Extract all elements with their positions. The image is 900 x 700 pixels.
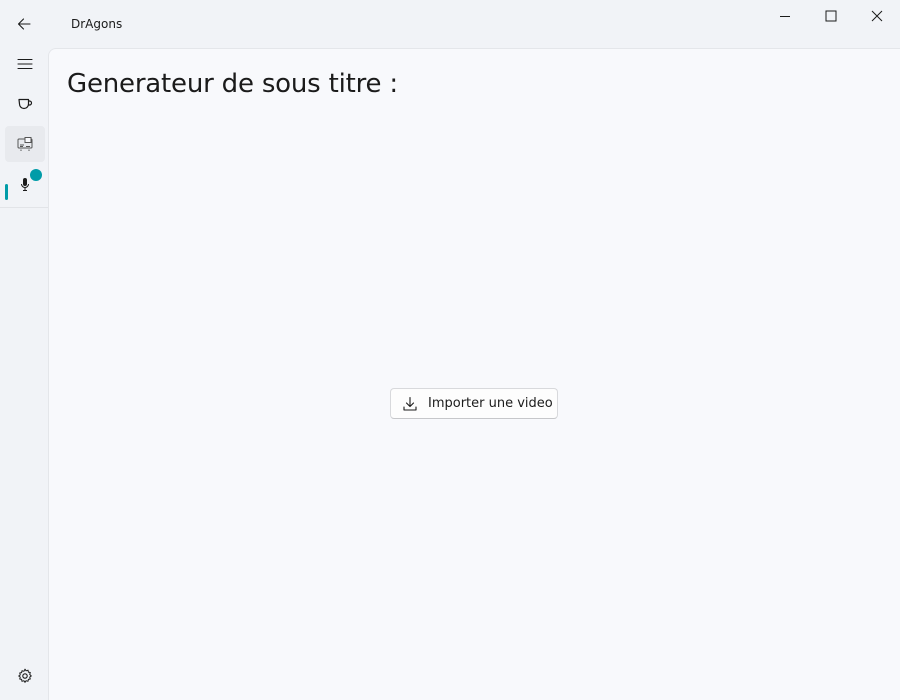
nav-divider	[0, 207, 48, 208]
maximize-icon	[825, 10, 837, 22]
settings-button[interactable]	[5, 658, 45, 694]
back-button[interactable]	[8, 8, 40, 40]
page-title: Generateur de sous titre :	[67, 69, 398, 99]
import-video-button[interactable]: Importer une video	[390, 388, 558, 419]
download-icon	[402, 396, 418, 412]
nav-item-cup[interactable]	[5, 86, 45, 122]
close-icon	[871, 10, 883, 22]
notification-badge	[30, 169, 42, 181]
maximize-button[interactable]	[808, 0, 854, 32]
app-title: DrAgons	[71, 17, 123, 31]
minimize-button[interactable]	[762, 0, 808, 32]
video-subtitle-icon	[17, 136, 33, 152]
close-button[interactable]	[854, 0, 900, 32]
hamburger-menu-icon	[17, 56, 33, 72]
nav-toggle-button[interactable]	[5, 46, 45, 82]
cup-icon	[17, 96, 33, 112]
navigation-pane	[0, 48, 48, 700]
minimize-icon	[779, 10, 791, 22]
nav-item-subtitle-generator[interactable]	[5, 126, 45, 162]
settings-gear-icon	[17, 668, 33, 684]
back-arrow-icon	[16, 16, 32, 32]
title-bar: DrAgons	[0, 0, 900, 48]
main-content: Generateur de sous titre : Importer une …	[48, 48, 900, 700]
import-video-label: Importer une video	[428, 396, 553, 411]
